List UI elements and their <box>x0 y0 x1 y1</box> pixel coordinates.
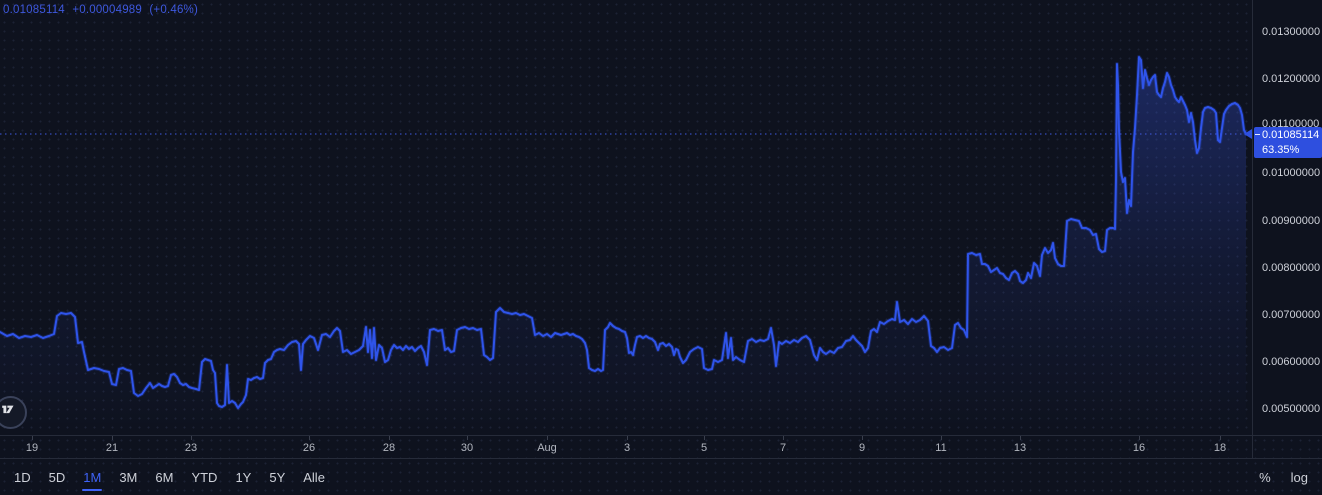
date-range-switcher: 1D 5D 1M 3M 6M YTD 1Y 5Y Alle <box>0 468 342 487</box>
current-price-tag: 0.01085114 63.35% <box>1254 127 1322 158</box>
current-price-value: 0.01085114 <box>1262 128 1322 143</box>
range-button-1m[interactable]: 1M <box>82 468 102 487</box>
time-tick-mark <box>783 436 784 440</box>
price-axis-label: 0.01200000 <box>1262 73 1320 85</box>
range-button-6m[interactable]: 6M <box>154 468 174 487</box>
time-axis-label: 19 <box>26 442 38 454</box>
price-axis-label: 0.01000000 <box>1262 167 1320 179</box>
range-button-5y[interactable]: 5Y <box>268 468 286 487</box>
time-tick-mark <box>704 436 705 440</box>
time-tick-mark <box>309 436 310 440</box>
chart-window: 0.01085114 +0.00004989 (+0.46%) 0.005000… <box>0 0 1322 495</box>
tradingview-logo-icon <box>0 398 18 420</box>
time-tick-mark <box>32 436 33 440</box>
time-tick-mark <box>941 436 942 440</box>
price-axis-label: 0.01300000 <box>1262 26 1320 38</box>
price-axis-label: 0.00500000 <box>1262 403 1320 415</box>
range-button-3m[interactable]: 3M <box>118 468 138 487</box>
range-button-1y[interactable]: 1Y <box>234 468 252 487</box>
price-line-chart <box>0 0 1252 435</box>
range-button-5d[interactable]: 5D <box>48 468 67 487</box>
current-change-percent: 63.35% <box>1262 143 1322 158</box>
range-button-alle[interactable]: Alle <box>302 468 326 487</box>
time-axis-label: 18 <box>1214 442 1226 454</box>
time-axis-label: 28 <box>383 442 395 454</box>
time-tick-mark <box>1020 436 1021 440</box>
range-button-ytd[interactable]: YTD <box>190 468 218 487</box>
bottom-toolbar: 1D 5D 1M 3M 6M YTD 1Y 5Y Alle % log <box>0 458 1322 495</box>
price-axis-label: 0.00900000 <box>1262 215 1320 227</box>
time-axis-label: 30 <box>461 442 473 454</box>
price-axis[interactable]: 0.00500000 0.00600000 0.00700000 0.00800000… <box>1253 0 1322 458</box>
time-axis-label: 7 <box>780 442 786 454</box>
stat-last-price: 0.01085114 <box>3 4 65 16</box>
time-axis-label: 11 <box>935 442 946 454</box>
area-fill <box>0 57 1246 435</box>
scale-switcher: % log <box>1239 470 1322 485</box>
time-tick-mark <box>389 436 390 440</box>
time-tick-mark <box>1139 436 1140 440</box>
time-axis-label: Aug <box>537 442 557 454</box>
time-tick-mark <box>862 436 863 440</box>
price-axis-label: 0.00600000 <box>1262 356 1320 368</box>
time-axis-label: 3 <box>624 442 630 454</box>
time-tick-mark <box>547 436 548 440</box>
price-axis-label: 0.00700000 <box>1262 309 1320 321</box>
symbol-stats: 0.01085114 +0.00004989 (+0.46%) <box>3 4 202 16</box>
price-axis-label: 0.00800000 <box>1262 262 1320 274</box>
time-tick-mark <box>467 436 468 440</box>
price-axis-border <box>1252 0 1253 458</box>
range-button-1d[interactable]: 1D <box>13 468 32 487</box>
log-scale-button[interactable]: log <box>1291 470 1308 485</box>
percent-scale-button[interactable]: % <box>1259 470 1271 485</box>
time-tick-mark <box>1220 436 1221 440</box>
time-axis[interactable]: 19 21 23 26 28 30 Aug 3 5 7 9 11 13 16 18 <box>0 435 1322 458</box>
chart-plot-area[interactable]: 0.01085114 +0.00004989 (+0.46%) <box>0 0 1252 435</box>
time-tick-mark <box>112 436 113 440</box>
time-tick-mark <box>191 436 192 440</box>
time-axis-label: 16 <box>1133 442 1145 454</box>
price-tag-dash <box>1255 134 1260 135</box>
time-axis-label: 26 <box>303 442 315 454</box>
time-axis-label: 13 <box>1014 442 1026 454</box>
stat-change-percent: (+0.46%) <box>149 4 198 16</box>
time-axis-label: 21 <box>106 442 118 454</box>
time-tick-mark <box>627 436 628 440</box>
time-axis-label: 9 <box>859 442 865 454</box>
stat-change: +0.00004989 <box>72 4 142 16</box>
time-axis-label: 5 <box>701 442 707 454</box>
time-axis-label: 23 <box>185 442 197 454</box>
